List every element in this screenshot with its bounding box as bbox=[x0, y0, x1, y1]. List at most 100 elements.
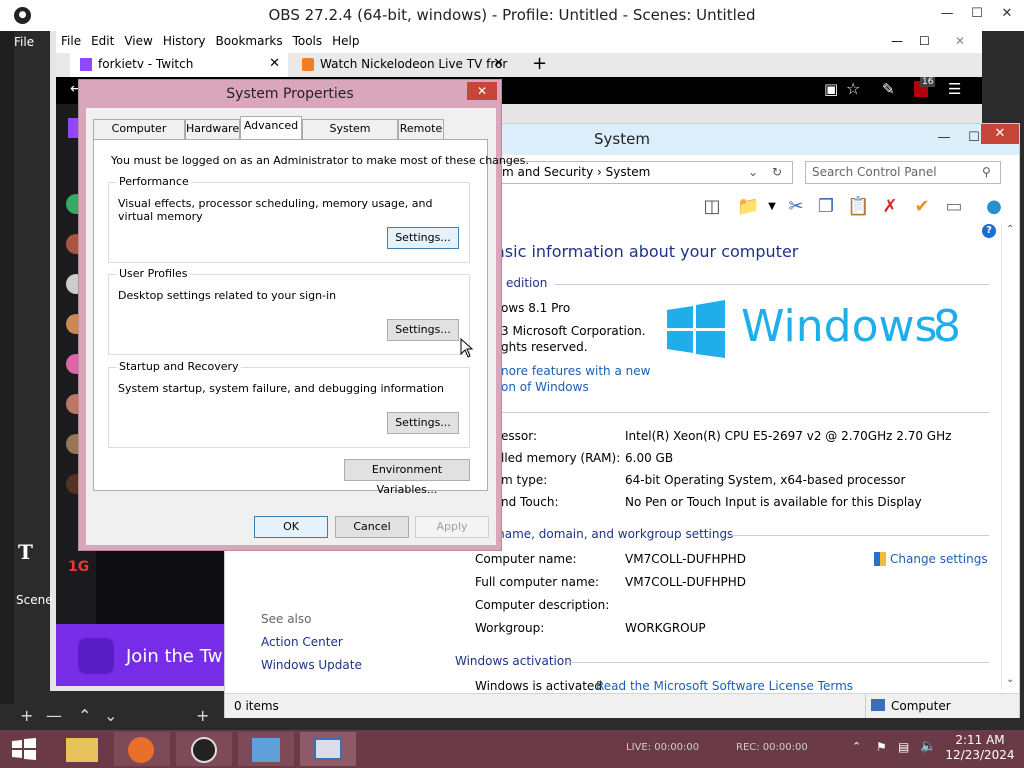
processor-value: Intel(R) Xeon(R) CPU E5-2697 v2 @ 2.70GH… bbox=[625, 429, 952, 443]
menu-view[interactable]: View bbox=[119, 31, 157, 48]
more-features-link-2[interactable]: on of Windows bbox=[501, 380, 589, 394]
taskbar-file-explorer[interactable] bbox=[54, 732, 110, 766]
browser-close-icon[interactable]: ✕ bbox=[950, 31, 970, 48]
menu-edit[interactable]: Edit bbox=[86, 31, 119, 48]
minimize-icon[interactable]: — bbox=[929, 126, 959, 152]
obs-menu-file[interactable]: File bbox=[14, 32, 50, 52]
menu-bookmarks[interactable]: Bookmarks bbox=[211, 31, 288, 48]
bookmark-star-icon[interactable]: ☆ bbox=[846, 79, 860, 98]
chevron-down-icon[interactable]: ⌄ bbox=[748, 162, 758, 183]
performance-settings-button[interactable]: Settings... bbox=[387, 227, 459, 249]
extensions-icon[interactable]: ✎ bbox=[882, 80, 895, 98]
join-banner-text: Join the Tw bbox=[126, 646, 223, 667]
change-settings-link[interactable]: Change settings bbox=[890, 552, 988, 566]
move-down-icon[interactable]: ⌄ bbox=[104, 706, 117, 725]
menu-history[interactable]: History bbox=[158, 31, 211, 48]
checkmark-icon[interactable]: ✔ bbox=[911, 196, 933, 218]
delete-icon[interactable]: ✗ bbox=[879, 196, 901, 218]
windows-update-link[interactable]: Windows Update bbox=[261, 658, 362, 672]
hamburger-menu-icon[interactable]: ☰ bbox=[948, 80, 961, 98]
group-description: System startup, system failure, and debu… bbox=[118, 382, 444, 395]
add-source-icon[interactable]: + bbox=[196, 706, 209, 725]
start-windows-icon[interactable] bbox=[12, 738, 36, 760]
workgroup-key: Workgroup: bbox=[475, 621, 545, 635]
rename-icon[interactable]: ▭ bbox=[943, 196, 965, 218]
close-icon[interactable]: ✕ bbox=[992, 2, 1022, 28]
apply-button[interactable]: Apply bbox=[415, 516, 489, 538]
tab-system-protection[interactable]: System Protection bbox=[302, 119, 398, 153]
browser-tab-strip: forkietv - Twitch ✕ Watch Nickelodeon Li… bbox=[56, 53, 982, 77]
tab-close-icon[interactable]: ✕ bbox=[269, 53, 280, 75]
layout-icon[interactable]: ◫ bbox=[701, 196, 723, 218]
search-input[interactable]: Search Control Panel ⚲ bbox=[805, 161, 1001, 184]
menu-tools[interactable]: Tools bbox=[288, 31, 328, 48]
cut-icon[interactable]: ✂ bbox=[785, 196, 807, 218]
action-center-link[interactable]: Action Center bbox=[261, 635, 343, 649]
scroll-up-icon[interactable]: ⌃ bbox=[1006, 224, 1014, 235]
tab-remote[interactable]: Remote bbox=[398, 119, 444, 139]
help-icon[interactable]: ? bbox=[982, 224, 996, 238]
network-icon[interactable]: ▤ bbox=[898, 740, 909, 754]
system-type-key: m type: bbox=[501, 473, 548, 487]
tab-hardware[interactable]: Hardware bbox=[185, 119, 240, 139]
reader-icon[interactable]: ▣ bbox=[824, 80, 838, 98]
maximize-icon[interactable]: ☐ bbox=[962, 2, 992, 28]
obs-live-status: LIVE: 00:00:00 bbox=[626, 742, 700, 753]
environment-variables-button[interactable]: Environment Variables... bbox=[344, 459, 470, 496]
cancel-button[interactable]: Cancel bbox=[335, 516, 409, 538]
address-bar[interactable]: m and Security › System ⌄ ↻ bbox=[495, 161, 793, 184]
browser-minimize-icon[interactable]: — bbox=[886, 31, 908, 48]
system-toolbar: ◫ 📁 ▼ ✂ ❐ 📋 ✗ ✔ ▭ ● bbox=[495, 190, 1019, 224]
show-hidden-icons-icon[interactable]: ⌃ bbox=[852, 740, 861, 753]
copyright-line: 3 Microsoft Corporation. bbox=[501, 324, 646, 338]
volume-icon[interactable]: 🔈 bbox=[920, 739, 936, 754]
taskbar-system-properties[interactable] bbox=[300, 732, 356, 766]
folder-icon bbox=[66, 738, 98, 762]
license-terms-link[interactable]: Read the Microsoft Software License Term… bbox=[596, 679, 853, 693]
section-divider bbox=[555, 284, 989, 285]
item-count: 0 items bbox=[234, 699, 279, 713]
vertical-scrollbar[interactable]: ⌃ ⌄ bbox=[1001, 224, 1017, 689]
tab-computer-name[interactable]: Computer Name bbox=[93, 119, 185, 153]
new-tab-icon[interactable]: + bbox=[532, 53, 547, 74]
minimize-icon[interactable]: — bbox=[932, 2, 962, 28]
copy-icon[interactable]: ❐ bbox=[815, 196, 837, 218]
close-icon[interactable]: ✕ bbox=[981, 124, 1019, 144]
close-icon[interactable]: ✕ bbox=[467, 82, 497, 100]
clock-date: 12/23/2024 bbox=[945, 748, 1015, 762]
refresh-icon[interactable]: ↻ bbox=[772, 162, 782, 183]
menu-file[interactable]: File bbox=[56, 31, 86, 48]
pen-touch-key: nd Touch: bbox=[501, 495, 559, 509]
nick-favicon-icon bbox=[302, 58, 314, 71]
remove-scene-icon[interactable]: — bbox=[46, 706, 62, 725]
globe-icon[interactable]: ● bbox=[983, 196, 1005, 218]
more-features-link[interactable]: nore features with a new bbox=[501, 364, 650, 378]
performance-group: Performance Visual effects, processor sc… bbox=[108, 175, 470, 263]
scroll-down-icon[interactable]: ⌄ bbox=[1006, 674, 1014, 685]
twitch-mascot-icon bbox=[78, 638, 114, 674]
taskbar-firefox[interactable] bbox=[114, 732, 170, 766]
browser-maximize-icon[interactable]: ☐ bbox=[914, 31, 935, 48]
chevron-down-icon[interactable]: ▼ bbox=[761, 196, 783, 218]
taskbar-obs[interactable] bbox=[176, 732, 232, 766]
paste-icon[interactable]: 📋 bbox=[847, 196, 869, 218]
channel-1g-label[interactable]: 1G bbox=[68, 559, 89, 575]
obs-text-source-icon[interactable]: T bbox=[18, 540, 33, 564]
tab-close-icon[interactable]: ✕ bbox=[493, 53, 504, 75]
taskbar-clock[interactable]: 2:11 AM 12/23/2024 bbox=[940, 733, 1020, 767]
startup-settings-button[interactable]: Settings... bbox=[387, 412, 459, 434]
menu-help[interactable]: Help bbox=[327, 31, 364, 48]
twitch-join-banner[interactable]: Join the Tw bbox=[56, 624, 230, 686]
flag-icon[interactable]: ⚑ bbox=[876, 740, 887, 754]
tab-twitch[interactable]: forkietv - Twitch ✕ bbox=[70, 53, 288, 77]
add-scene-icon[interactable]: + bbox=[20, 706, 33, 725]
tab-nickelodeon[interactable]: Watch Nickelodeon Live TV fror ✕ bbox=[292, 53, 508, 77]
memory-value: 6.00 GB bbox=[625, 451, 674, 465]
ok-button[interactable]: OK bbox=[254, 516, 328, 538]
move-up-icon[interactable]: ⌃ bbox=[78, 706, 91, 725]
taskbar-control-panel[interactable] bbox=[238, 732, 294, 766]
group-description: Desktop settings related to your sign-in bbox=[118, 289, 337, 302]
tab-advanced[interactable]: Advanced bbox=[240, 116, 302, 140]
user-profiles-settings-button[interactable]: Settings... bbox=[387, 319, 459, 341]
properties-icon[interactable]: 📁 bbox=[737, 196, 759, 218]
